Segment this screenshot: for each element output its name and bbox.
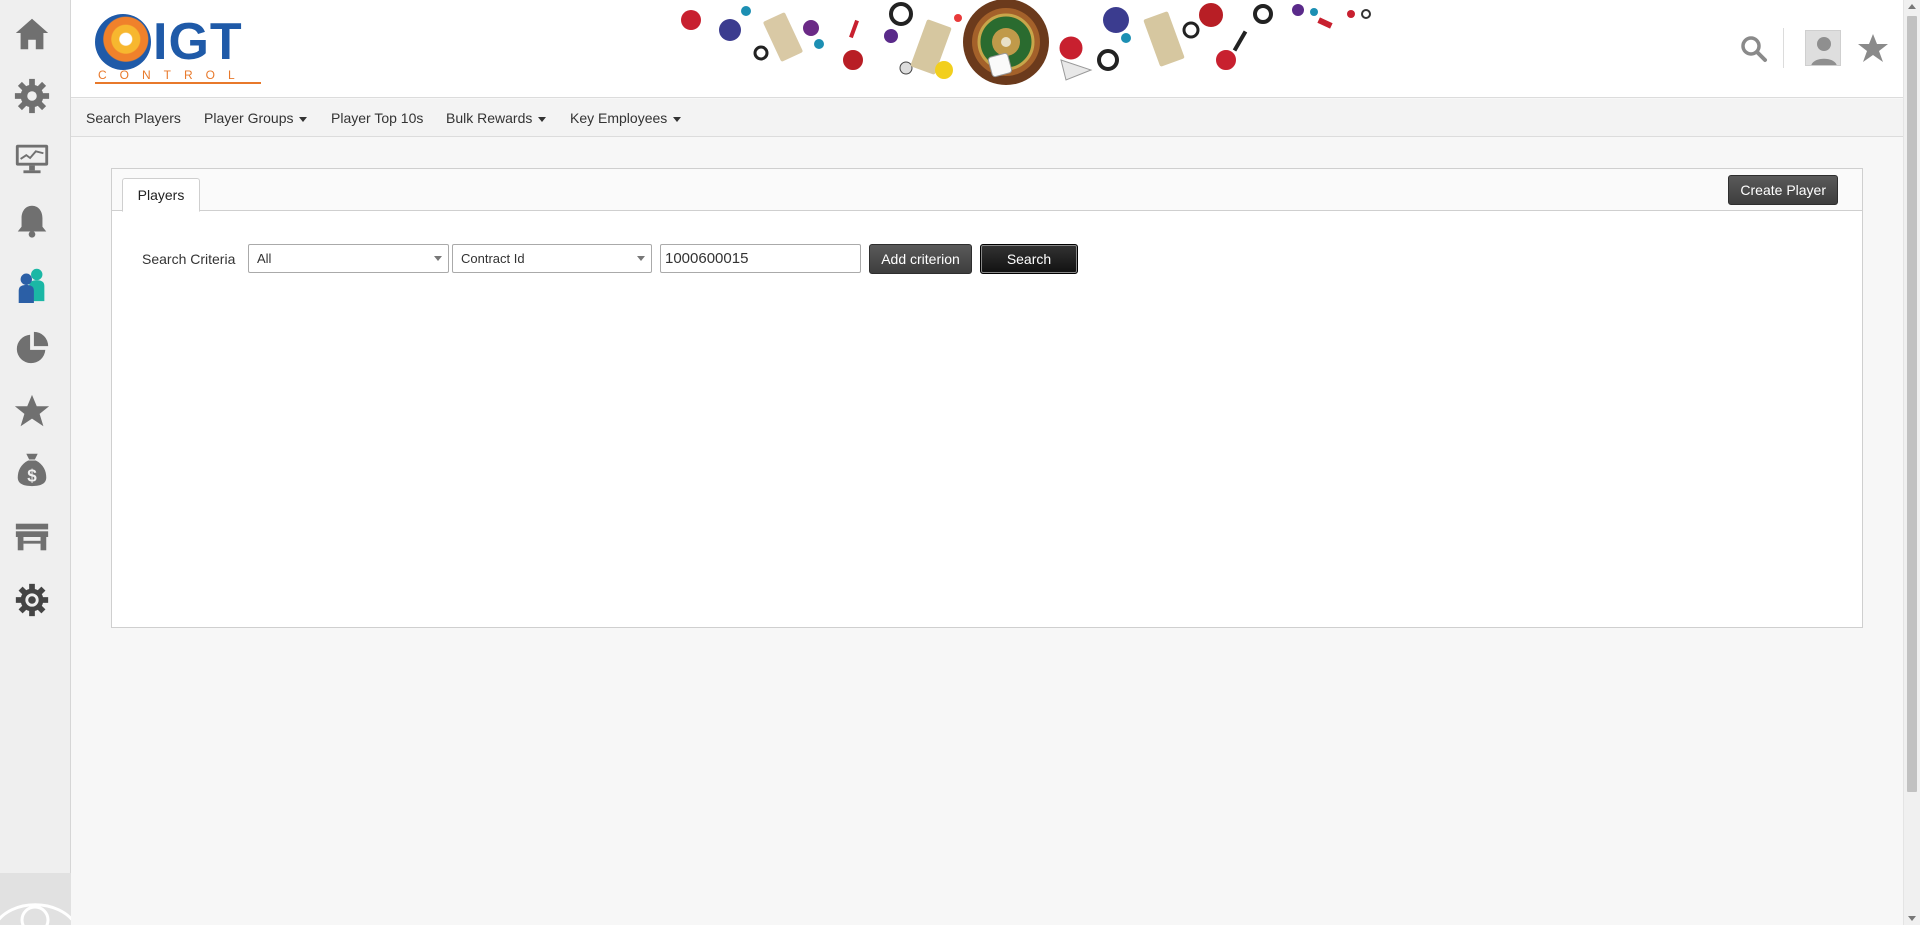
nav-search-players[interactable]: Search Players — [86, 99, 181, 137]
gear-icon[interactable] — [11, 75, 53, 117]
caret-down-icon — [673, 116, 682, 122]
logo-subtext: CONTROL — [95, 68, 261, 84]
caret-down-icon — [299, 116, 308, 122]
header-divider — [1783, 28, 1784, 68]
criterion-value-input[interactable] — [660, 244, 861, 273]
top-header: IGT CONTROL — [71, 0, 1903, 98]
nav-player-top-10s[interactable]: Player Top 10s — [331, 99, 423, 137]
tab-players[interactable]: Players — [122, 178, 200, 212]
dropdown-arrow-icon — [637, 256, 645, 261]
nav-bulk-rewards[interactable]: Bulk Rewards — [446, 99, 547, 137]
pie-chart-icon[interactable] — [11, 327, 53, 369]
money-bag-icon[interactable]: $ — [11, 448, 53, 490]
igt-control-logo[interactable]: IGT CONTROL — [95, 14, 265, 86]
caret-down-icon — [538, 116, 547, 122]
scope-select[interactable]: All — [248, 244, 449, 273]
user-avatar-icon[interactable] — [1805, 30, 1841, 66]
field-select[interactable]: Contract Id — [452, 244, 652, 273]
scroll-down-arrow-icon[interactable] — [1908, 916, 1916, 921]
scope-select-value: All — [257, 251, 272, 266]
nav-player-groups[interactable]: Player Groups — [204, 99, 308, 137]
home-icon[interactable] — [11, 13, 53, 55]
players-icon[interactable] — [11, 263, 53, 305]
main-nav: Search Players Player Groups Player Top … — [71, 99, 1903, 137]
star-icon[interactable] — [11, 390, 53, 432]
settings-tools-icon[interactable] — [11, 579, 53, 621]
logo-emblem-icon — [95, 14, 151, 70]
scroll-up-arrow-icon[interactable] — [1908, 4, 1916, 9]
bell-icon[interactable] — [11, 200, 53, 242]
players-panel: Players Create Player Search Criteria Al… — [111, 168, 1863, 628]
nav-key-employees[interactable]: Key Employees — [570, 99, 682, 137]
casino-banner — [681, 0, 1371, 85]
svg-text:$: $ — [27, 466, 37, 485]
scroll-thumb[interactable] — [1907, 16, 1917, 792]
favorite-star-icon[interactable] — [1857, 32, 1889, 64]
eye-icon[interactable] — [0, 873, 71, 925]
monitor-icon[interactable] — [11, 137, 53, 179]
panel-header: Players Create Player — [112, 169, 1862, 212]
search-criteria-label: Search Criteria — [142, 251, 236, 267]
search-icon[interactable] — [1739, 34, 1769, 64]
store-icon[interactable] — [11, 516, 53, 558]
logo-text: IGT — [153, 13, 243, 71]
add-criterion-button[interactable]: Add criterion — [869, 244, 972, 274]
dropdown-arrow-icon — [434, 256, 442, 261]
vertical-scrollbar[interactable] — [1903, 0, 1920, 925]
create-player-button[interactable]: Create Player — [1728, 175, 1838, 205]
search-button[interactable]: Search — [980, 244, 1078, 274]
field-select-value: Contract Id — [461, 251, 525, 266]
left-sidebar: $ — [0, 0, 71, 925]
